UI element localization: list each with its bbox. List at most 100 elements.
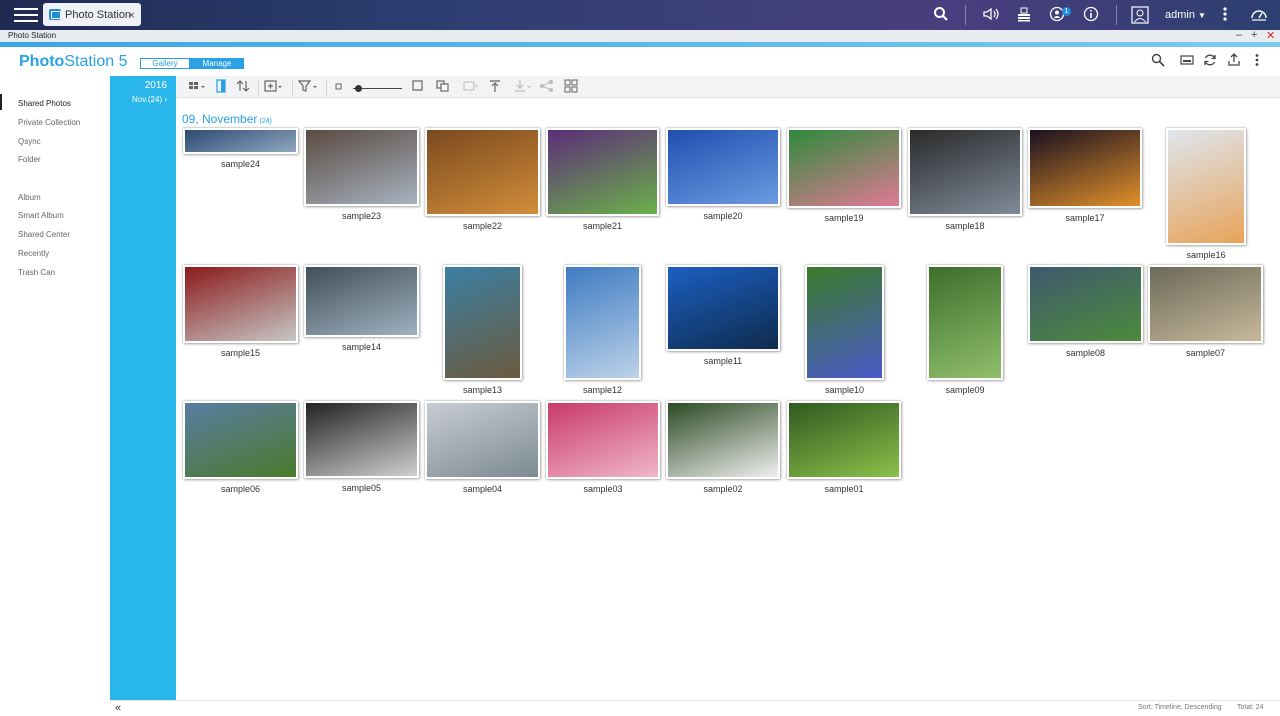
photo-name: sample07	[1185, 348, 1226, 358]
large-thumbnail-icon[interactable]	[412, 79, 424, 95]
sidebar-item-qsync[interactable]: Qsync	[18, 137, 41, 146]
photo-thumbnail[interactable]: sample23	[304, 128, 419, 222]
photo-thumbnail[interactable]: sample18	[908, 128, 1022, 232]
sort-icon[interactable]	[236, 79, 250, 95]
maximize-icon[interactable]: +	[1251, 29, 1257, 41]
photo-image	[666, 401, 780, 479]
toolbar	[176, 76, 1280, 98]
photo-image	[304, 128, 419, 206]
photo-thumbnail[interactable]: sample11	[666, 265, 780, 367]
small-thumbnail-icon[interactable]	[333, 79, 345, 95]
app-tab-photo-station[interactable]: Photo Station ×	[43, 3, 141, 26]
photo-image	[1028, 128, 1142, 208]
photo-image	[443, 265, 522, 380]
collapse-sidebar-icon[interactable]: «	[115, 702, 121, 714]
sidebar-item-shared-center[interactable]: Shared Center	[18, 230, 70, 239]
search-icon[interactable]	[1151, 53, 1165, 70]
accent-line	[0, 42, 1280, 47]
photo-thumbnail[interactable]: sample05	[304, 401, 419, 494]
search-icon[interactable]	[932, 6, 950, 24]
photo-name: sample19	[824, 213, 864, 223]
share-icon[interactable]	[539, 79, 555, 95]
gallery-mode-tab[interactable]: Gallery	[140, 58, 190, 69]
photo-name: sample20	[703, 211, 743, 221]
window-title: Photo Station	[8, 31, 57, 40]
photo-name: sample03	[583, 484, 623, 494]
upload-to-top-icon[interactable]	[488, 79, 502, 95]
sidebar-item-shared-photos[interactable]: Shared Photos	[18, 99, 71, 108]
photo-thumbnail[interactable]: sample06	[183, 401, 298, 495]
photo-thumbnail[interactable]: sample15	[183, 265, 298, 359]
user-menu[interactable]: admin ▼	[1165, 9, 1206, 21]
photo-thumbnail[interactable]: sample13	[443, 265, 522, 396]
photo-image	[425, 401, 540, 479]
username: admin	[1165, 9, 1195, 21]
photo-name: sample13	[462, 385, 503, 395]
sidebar-item-smart-album[interactable]: Smart Album	[18, 211, 64, 220]
photo-thumbnail[interactable]: sample04	[425, 401, 540, 495]
slideshow-icon[interactable]	[1180, 53, 1194, 70]
add-to-album-icon[interactable]	[264, 79, 286, 95]
sidebar-item-folder[interactable]: Folder	[18, 155, 41, 164]
photo-thumbnail[interactable]: sample14	[304, 265, 419, 353]
photo-image	[304, 401, 419, 478]
photo-image	[425, 128, 540, 216]
photo-name: sample05	[341, 483, 382, 493]
more-options-icon[interactable]	[1218, 6, 1232, 24]
view-mode-icon[interactable]	[188, 79, 208, 95]
timeline-year[interactable]: 2016	[145, 80, 167, 91]
photo-image	[1166, 128, 1246, 245]
timeline-panel: 2016 Nov.(24) ›	[110, 76, 176, 700]
photo-thumbnail[interactable]: sample08	[1028, 265, 1143, 359]
photo-thumbnail[interactable]: sample09	[927, 265, 1003, 396]
photo-thumbnail[interactable]: sample19	[787, 128, 901, 224]
download-icon[interactable]	[514, 79, 532, 95]
total-count: Total: 24	[1237, 704, 1264, 711]
photo-thumbnail[interactable]: sample07	[1148, 265, 1263, 359]
sidebar-item-recently[interactable]: Recently	[18, 249, 49, 258]
photo-thumbnail[interactable]: sample24	[183, 128, 298, 170]
photo-thumbnail[interactable]: sample12	[564, 265, 641, 396]
sidebar-item-trash-can[interactable]: Trash Can	[18, 268, 55, 277]
photo-image	[183, 128, 298, 154]
timeline-month[interactable]: Nov.(24) ›	[132, 95, 167, 104]
photo-thumbnail[interactable]: sample21	[546, 128, 659, 232]
photo-name: sample10	[824, 385, 865, 395]
photo-thumbnail[interactable]: sample16	[1166, 128, 1246, 261]
photo-thumbnail[interactable]: sample03	[546, 401, 660, 495]
photo-thumbnail[interactable]: sample20	[666, 128, 780, 222]
photo-image	[927, 265, 1003, 380]
filter-icon[interactable]	[297, 79, 320, 95]
share-link-icon[interactable]	[463, 79, 479, 95]
volume-icon[interactable]	[981, 6, 1001, 24]
photo-name: sample15	[220, 348, 261, 358]
select-all-icon[interactable]	[564, 79, 578, 95]
close-window-icon[interactable]: ✕	[1266, 29, 1275, 42]
photo-thumbnail[interactable]: sample22	[425, 128, 540, 232]
photo-thumbnail[interactable]: sample01	[787, 401, 901, 495]
photo-thumbnail[interactable]: sample10	[805, 265, 884, 396]
main-menu-button[interactable]	[12, 4, 40, 26]
photo-thumbnail[interactable]: sample02	[666, 401, 780, 495]
sidebar-item-private-collection[interactable]: Private Collection	[18, 118, 80, 127]
more-options-icon[interactable]	[1254, 53, 1260, 70]
dashboard-gauge-icon[interactable]	[1250, 6, 1268, 24]
photo-thumbnail[interactable]: sample17	[1028, 128, 1142, 224]
photo-name: sample02	[703, 484, 743, 494]
upload-icon[interactable]	[1227, 53, 1241, 70]
photo-name: sample23	[341, 211, 382, 221]
date-group-heading: 09, November (24)	[182, 112, 272, 126]
photo-image	[1028, 265, 1143, 343]
close-icon[interactable]: ×	[128, 8, 135, 22]
manage-mode-tab[interactable]: Manage	[190, 58, 244, 69]
info-panel-icon[interactable]	[214, 79, 228, 95]
background-tasks-icon[interactable]	[1016, 6, 1032, 24]
copy-icon[interactable]	[436, 79, 450, 95]
refresh-icon[interactable]	[1203, 53, 1217, 70]
user-avatar-icon[interactable]	[1131, 6, 1149, 24]
photo-image	[787, 128, 901, 208]
sidebar-item-album[interactable]: Album	[18, 193, 41, 202]
info-icon[interactable]	[1083, 6, 1099, 24]
minimize-icon[interactable]: –	[1236, 29, 1242, 41]
thumbnail-size-slider-handle[interactable]	[355, 85, 362, 92]
